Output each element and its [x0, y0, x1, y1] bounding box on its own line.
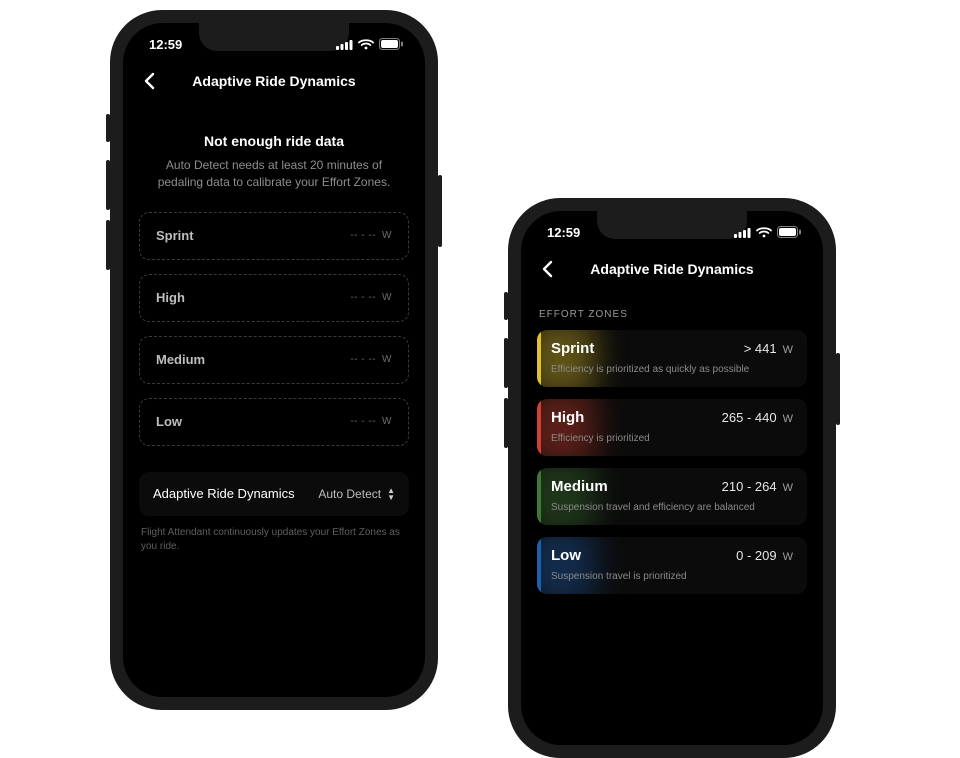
- zone-unit: W: [783, 413, 793, 425]
- zone-accent: [537, 399, 541, 456]
- zone-glow: [537, 399, 595, 456]
- zone-name: Medium: [156, 352, 205, 367]
- zone-name: Medium: [551, 478, 608, 495]
- effort-zone-low[interactable]: Low 0 - 209 W Suspension travel is priori…: [537, 537, 807, 594]
- volume-up-button: [106, 160, 110, 210]
- effort-zone-sprint[interactable]: Sprint > 441 W Efficiency is prioritized …: [537, 330, 807, 387]
- cellular-icon: [734, 227, 751, 238]
- mute-switch: [106, 114, 110, 142]
- power-button: [836, 353, 840, 425]
- zone-value: 0 - 209: [736, 548, 776, 563]
- zone-description: Efficiency is prioritized: [551, 433, 793, 444]
- section-header: EFFORT ZONES: [539, 309, 805, 320]
- battery-icon: [777, 226, 801, 238]
- zone-name: Sprint: [156, 228, 194, 243]
- zone-description: Suspension travel and efficiency are bal…: [551, 502, 793, 513]
- status-bar: 12:59: [123, 23, 425, 59]
- wifi-icon: [358, 39, 374, 50]
- screen: 12:59 Adaptive Ride Dynamics EFFORT ZONE…: [521, 211, 823, 745]
- back-button[interactable]: [535, 257, 559, 281]
- zone-accent: [537, 468, 541, 525]
- page-title: Adaptive Ride Dynamics: [192, 73, 355, 89]
- zone-accent: [537, 330, 541, 387]
- back-button[interactable]: [137, 69, 161, 93]
- volume-down-button: [106, 220, 110, 270]
- zone-value: -- - --W: [350, 354, 392, 365]
- phone-right: 12:59 Adaptive Ride Dynamics EFFORT ZONE…: [508, 198, 836, 758]
- mute-switch: [504, 292, 508, 320]
- cellular-icon: [336, 39, 353, 50]
- ard-mode-selector[interactable]: Adaptive Ride Dynamics Auto Detect ▲▼: [139, 472, 409, 516]
- effort-zone-placeholder: Low -- - --W: [139, 398, 409, 446]
- zone-unit: W: [783, 482, 793, 494]
- effort-zone-medium[interactable]: Medium 210 - 264 W Suspension travel and …: [537, 468, 807, 525]
- nav-header: Adaptive Ride Dynamics: [521, 247, 823, 291]
- effort-zone-placeholder: Sprint -- - --W: [139, 212, 409, 260]
- zone-value: -- - --W: [350, 292, 392, 303]
- zone-glow: [537, 330, 595, 387]
- zone-value: 210 - 264: [722, 479, 777, 494]
- effort-zone-placeholder: High -- - --W: [139, 274, 409, 322]
- zone-glow: [537, 537, 595, 594]
- zone-unit: W: [783, 551, 793, 563]
- effort-zone-high[interactable]: High 265 - 440 W Efficiency is prioritize…: [537, 399, 807, 456]
- setting-label: Adaptive Ride Dynamics: [153, 486, 295, 501]
- zone-description: Efficiency is prioritized as quickly as …: [551, 364, 793, 375]
- volume-up-button: [504, 338, 508, 388]
- zone-description: Suspension travel is prioritized: [551, 571, 793, 582]
- battery-icon: [379, 38, 403, 50]
- chevron-left-icon: [541, 260, 553, 278]
- wifi-icon: [756, 227, 772, 238]
- status-bar: 12:59: [521, 211, 823, 247]
- zone-value: > 441: [744, 341, 777, 356]
- stepper-icon: ▲▼: [387, 487, 395, 501]
- chevron-left-icon: [143, 72, 155, 90]
- zone-name: Low: [551, 547, 581, 564]
- setting-footnote: Flight Attendant continuously updates yo…: [139, 526, 409, 554]
- phone-left: 12:59 Adaptive Ride Dynamics Not enough …: [110, 10, 438, 710]
- zone-accent: [537, 537, 541, 594]
- status-time: 12:59: [149, 37, 182, 52]
- power-button: [438, 175, 442, 247]
- setting-value: Auto Detect: [318, 487, 381, 501]
- volume-down-button: [504, 398, 508, 448]
- zone-value: 265 - 440: [722, 410, 777, 425]
- zone-value: -- - --W: [350, 230, 392, 241]
- page-title: Adaptive Ride Dynamics: [590, 261, 753, 277]
- zone-name: Sprint: [551, 340, 594, 357]
- screen: 12:59 Adaptive Ride Dynamics Not enough …: [123, 23, 425, 697]
- status-time: 12:59: [547, 225, 580, 240]
- empty-state-title: Not enough ride data: [139, 133, 409, 149]
- nav-header: Adaptive Ride Dynamics: [123, 59, 425, 103]
- zone-unit: W: [783, 344, 793, 356]
- zone-name: High: [551, 409, 584, 426]
- effort-zone-placeholder: Medium -- - --W: [139, 336, 409, 384]
- zone-glow: [537, 468, 595, 525]
- zone-name: Low: [156, 414, 182, 429]
- zone-name: High: [156, 290, 185, 305]
- zone-value: -- - --W: [350, 416, 392, 427]
- empty-state-subtitle: Auto Detect needs at least 20 minutes of…: [144, 157, 404, 192]
